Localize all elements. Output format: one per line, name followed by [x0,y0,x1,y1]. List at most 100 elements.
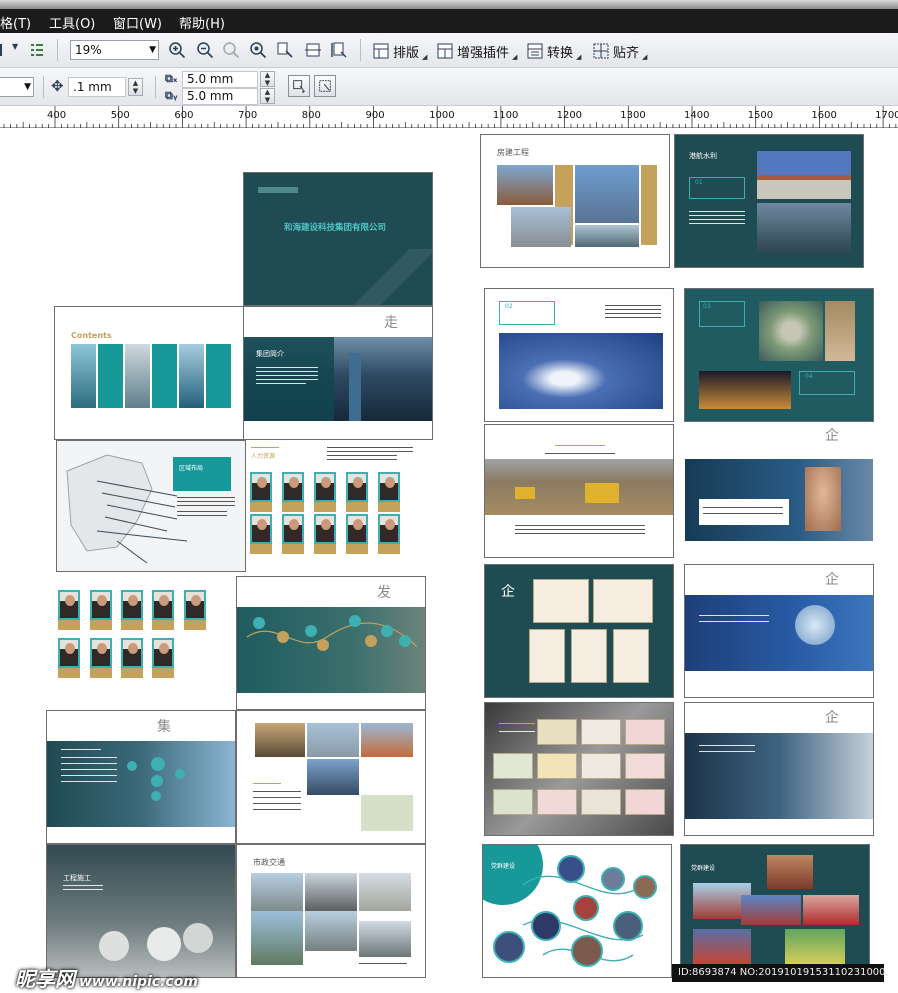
page-transport[interactable]: 市政交通 [236,844,426,978]
page-group-intro[interactable]: 走 集团简介 [243,306,433,440]
nudge-distance-field[interactable]: .1 mm [68,77,126,97]
staff-name-bar [282,544,304,554]
chevron-down-icon: ▼ [149,45,156,55]
snap-button[interactable]: 贴齐 ◢ [592,40,647,62]
page-certificates-wall[interactable] [484,702,674,836]
page-party-building[interactable]: 党群建设 [680,844,870,978]
site-watermark-name: 昵享网 [15,967,75,991]
menubar: 格(T) 工具(O) 窗口(W) 帮助(H) [0,9,898,33]
horizontal-ruler[interactable]: 400 500 600 700 800 900 1000 1100 1200 1300 1400 15… [0,106,898,128]
ruler-label: 700 [238,110,257,121]
page-enterprise-trophy[interactable]: 企 [684,564,874,698]
standard-toolbar: ▼ 19% ▼ 排版 ◢ 增强插件 ◢ 转换 ◢ 贴齐 ◢ [0,33,898,68]
convert-button[interactable]: 转换 ◢ [526,40,581,62]
hr-title: 人力资源 [251,453,276,460]
ruler-label: 900 [366,110,385,121]
page-housing-collage[interactable] [236,710,426,844]
staff-name-bar [378,544,400,554]
duplicate-x-value: 5.0 mm [187,72,234,86]
zoom-page-width-icon[interactable] [302,39,324,61]
page-bridge-project[interactable]: 03 04 [684,288,874,422]
zoom-level-combo[interactable]: 19% ▼ [70,40,159,60]
certificate [571,629,607,683]
staff-photo [250,472,272,502]
number-01: 01 [695,179,703,186]
treat-as-filled-button[interactable] [288,75,310,97]
page-party-network[interactable]: 党群建设 [482,844,672,978]
staff-photo [346,514,368,544]
zoom-page-icon[interactable] [274,39,296,61]
ruler-label: 1700 [875,110,898,121]
page-enterprise-qualification[interactable]: 企 [484,564,674,698]
dropdown-arrow-icon: ◢ [422,53,428,61]
layout-button[interactable]: 排版 ◢ [372,40,427,62]
zoom-all-objects-icon[interactable] [247,39,269,61]
page-enterprise-honor[interactable]: 企 [684,424,874,542]
edit-mode-button[interactable] [314,75,336,97]
page-human-resources[interactable]: 人力资源 [246,440,436,572]
cover-company-name: 和海建设科技集团有限公司 [284,223,387,233]
duplicate-x-icon: ⧉ₓ [165,72,178,85]
page-brand-mark: 集 [157,719,171,735]
ruler-label: 1300 [620,110,645,121]
duplicate-y-value: 5.0 mm [187,89,234,103]
page-engineering[interactable]: 工程施工 [46,844,236,978]
staff-name-bar [346,502,368,512]
contents-title: Contents [71,331,112,340]
staff-photo [282,472,304,502]
enhance-plugin-button[interactable]: 增强插件 ◢ [436,40,517,62]
duplicate-x-spinner[interactable]: ▲ ▼ [260,71,275,87]
staff-name-bar [121,668,143,678]
duplicate-x-field[interactable]: 5.0 mm [182,71,258,88]
dropdown-arrow-icon: ◢ [512,53,518,61]
chevron-down-icon: ▼ [24,82,31,92]
duplicate-y-spinner[interactable]: ▲ ▼ [260,88,275,104]
page-housing[interactable]: 房建工程 [480,134,670,268]
units-combo[interactable]: ▼ [0,77,34,97]
menu-window[interactable]: 窗口(W) [113,13,162,32]
site-watermark: 昵享网 www.nipic.com [15,963,198,992]
duplicate-y-field[interactable]: 5.0 mm [182,88,258,105]
page-excavation[interactable] [484,424,674,558]
staff-photo [346,472,368,502]
page-brand-mark: 发 [377,585,391,601]
menu-help[interactable]: 帮助(H) [179,13,225,32]
zoom-out-icon[interactable] [194,39,216,61]
menu-tools[interactable]: 工具(O) [49,13,95,32]
certificate [613,629,649,683]
drawing-canvas[interactable]: 和海建设科技集团有限公司 Contents 走 集团简介 区域布局 人力资源 发… [0,128,898,993]
staff-name-bar [58,668,80,678]
staff-name-bar [121,620,143,630]
zoom-page-height-icon[interactable] [328,39,350,61]
dropdown-arrow-icon: ◢ [642,53,648,61]
nudge-icon: ✥ [51,77,64,95]
ruler-label: 1600 [811,110,836,121]
page-contents[interactable]: Contents [54,306,244,440]
page-strategy[interactable]: 集 [46,710,236,844]
menu-table[interactable]: 格(T) [0,13,31,32]
list-options-icon[interactable] [26,39,48,61]
page-port-project[interactable]: 02 [484,288,674,422]
staff-photo [90,590,112,620]
regional-title: 区域布局 [179,465,204,472]
page-brand-mark: 企 [825,428,839,444]
page-enterprise-culture[interactable]: 企 [684,702,874,836]
staff-photo [90,638,112,668]
staff-photo [250,514,272,544]
dropdown-arrow-icon[interactable]: ▼ [12,42,18,51]
page-development[interactable]: 发 [236,576,426,710]
page-regional-layout[interactable]: 区域布局 [56,440,246,572]
nudge-spinner[interactable]: ▲ ▼ [128,78,143,96]
zoom-in-icon[interactable] [166,39,188,61]
page-cover[interactable]: 和海建设科技集团有限公司 [243,172,433,306]
staff-name-bar [314,502,336,512]
zoom-selected-icon[interactable] [220,39,242,61]
staff-name-bar [152,668,174,678]
engineering-title: 工程施工 [63,874,91,882]
page-water-conservancy[interactable]: 港航水利 01 [674,134,864,268]
housing-title: 房建工程 [497,148,529,157]
ruler-label: 500 [111,110,130,121]
zoom-level-value: 19% [75,43,102,57]
staff-photo [378,514,400,544]
staff-name-bar [250,502,272,512]
